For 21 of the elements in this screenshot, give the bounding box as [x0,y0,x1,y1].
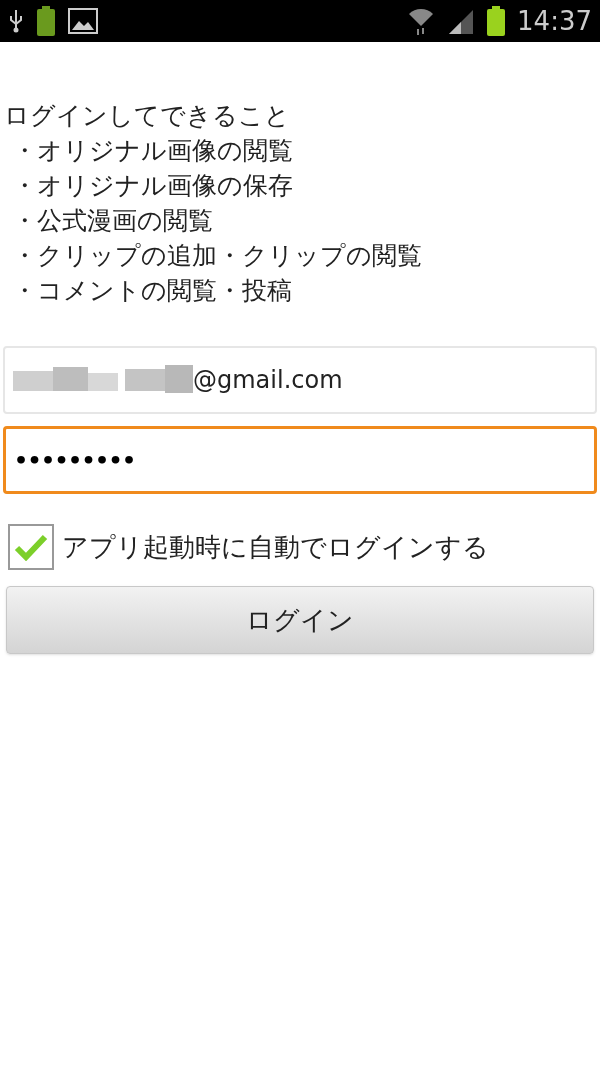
field-value: ••••••••• [14,446,136,475]
input-field[interactable]: @gmail.com [3,346,597,414]
field-value: @gmail.com [193,365,343,396]
clock-time: 14:37 [517,8,592,34]
battery-icon [487,6,506,36]
feature-item: ・公式漫画の閲覧 [11,205,214,237]
feature-item: ・オリジナル画像の閲覧 [11,135,294,167]
image-icon [68,8,98,34]
battery-icon [36,6,56,36]
login-button[interactable]: ログイン [6,586,594,654]
wifi-icon [407,6,436,36]
signal-icon [447,8,476,34]
feature-item: ・クリップの追加・クリップの閲覧 [11,240,423,272]
input-field[interactable]: ••••••••• [3,426,597,494]
usb-icon [8,8,24,34]
section-heading: ログインしてできること [4,100,291,132]
feature-item: ・コメントの閲覧・投稿 [11,275,293,307]
checkbox[interactable] [8,524,54,570]
feature-item: ・オリジナル画像の保存 [11,170,294,202]
checkbox-label: アプリ起動時に自動でログインする [62,530,489,564]
check-icon [14,533,48,561]
